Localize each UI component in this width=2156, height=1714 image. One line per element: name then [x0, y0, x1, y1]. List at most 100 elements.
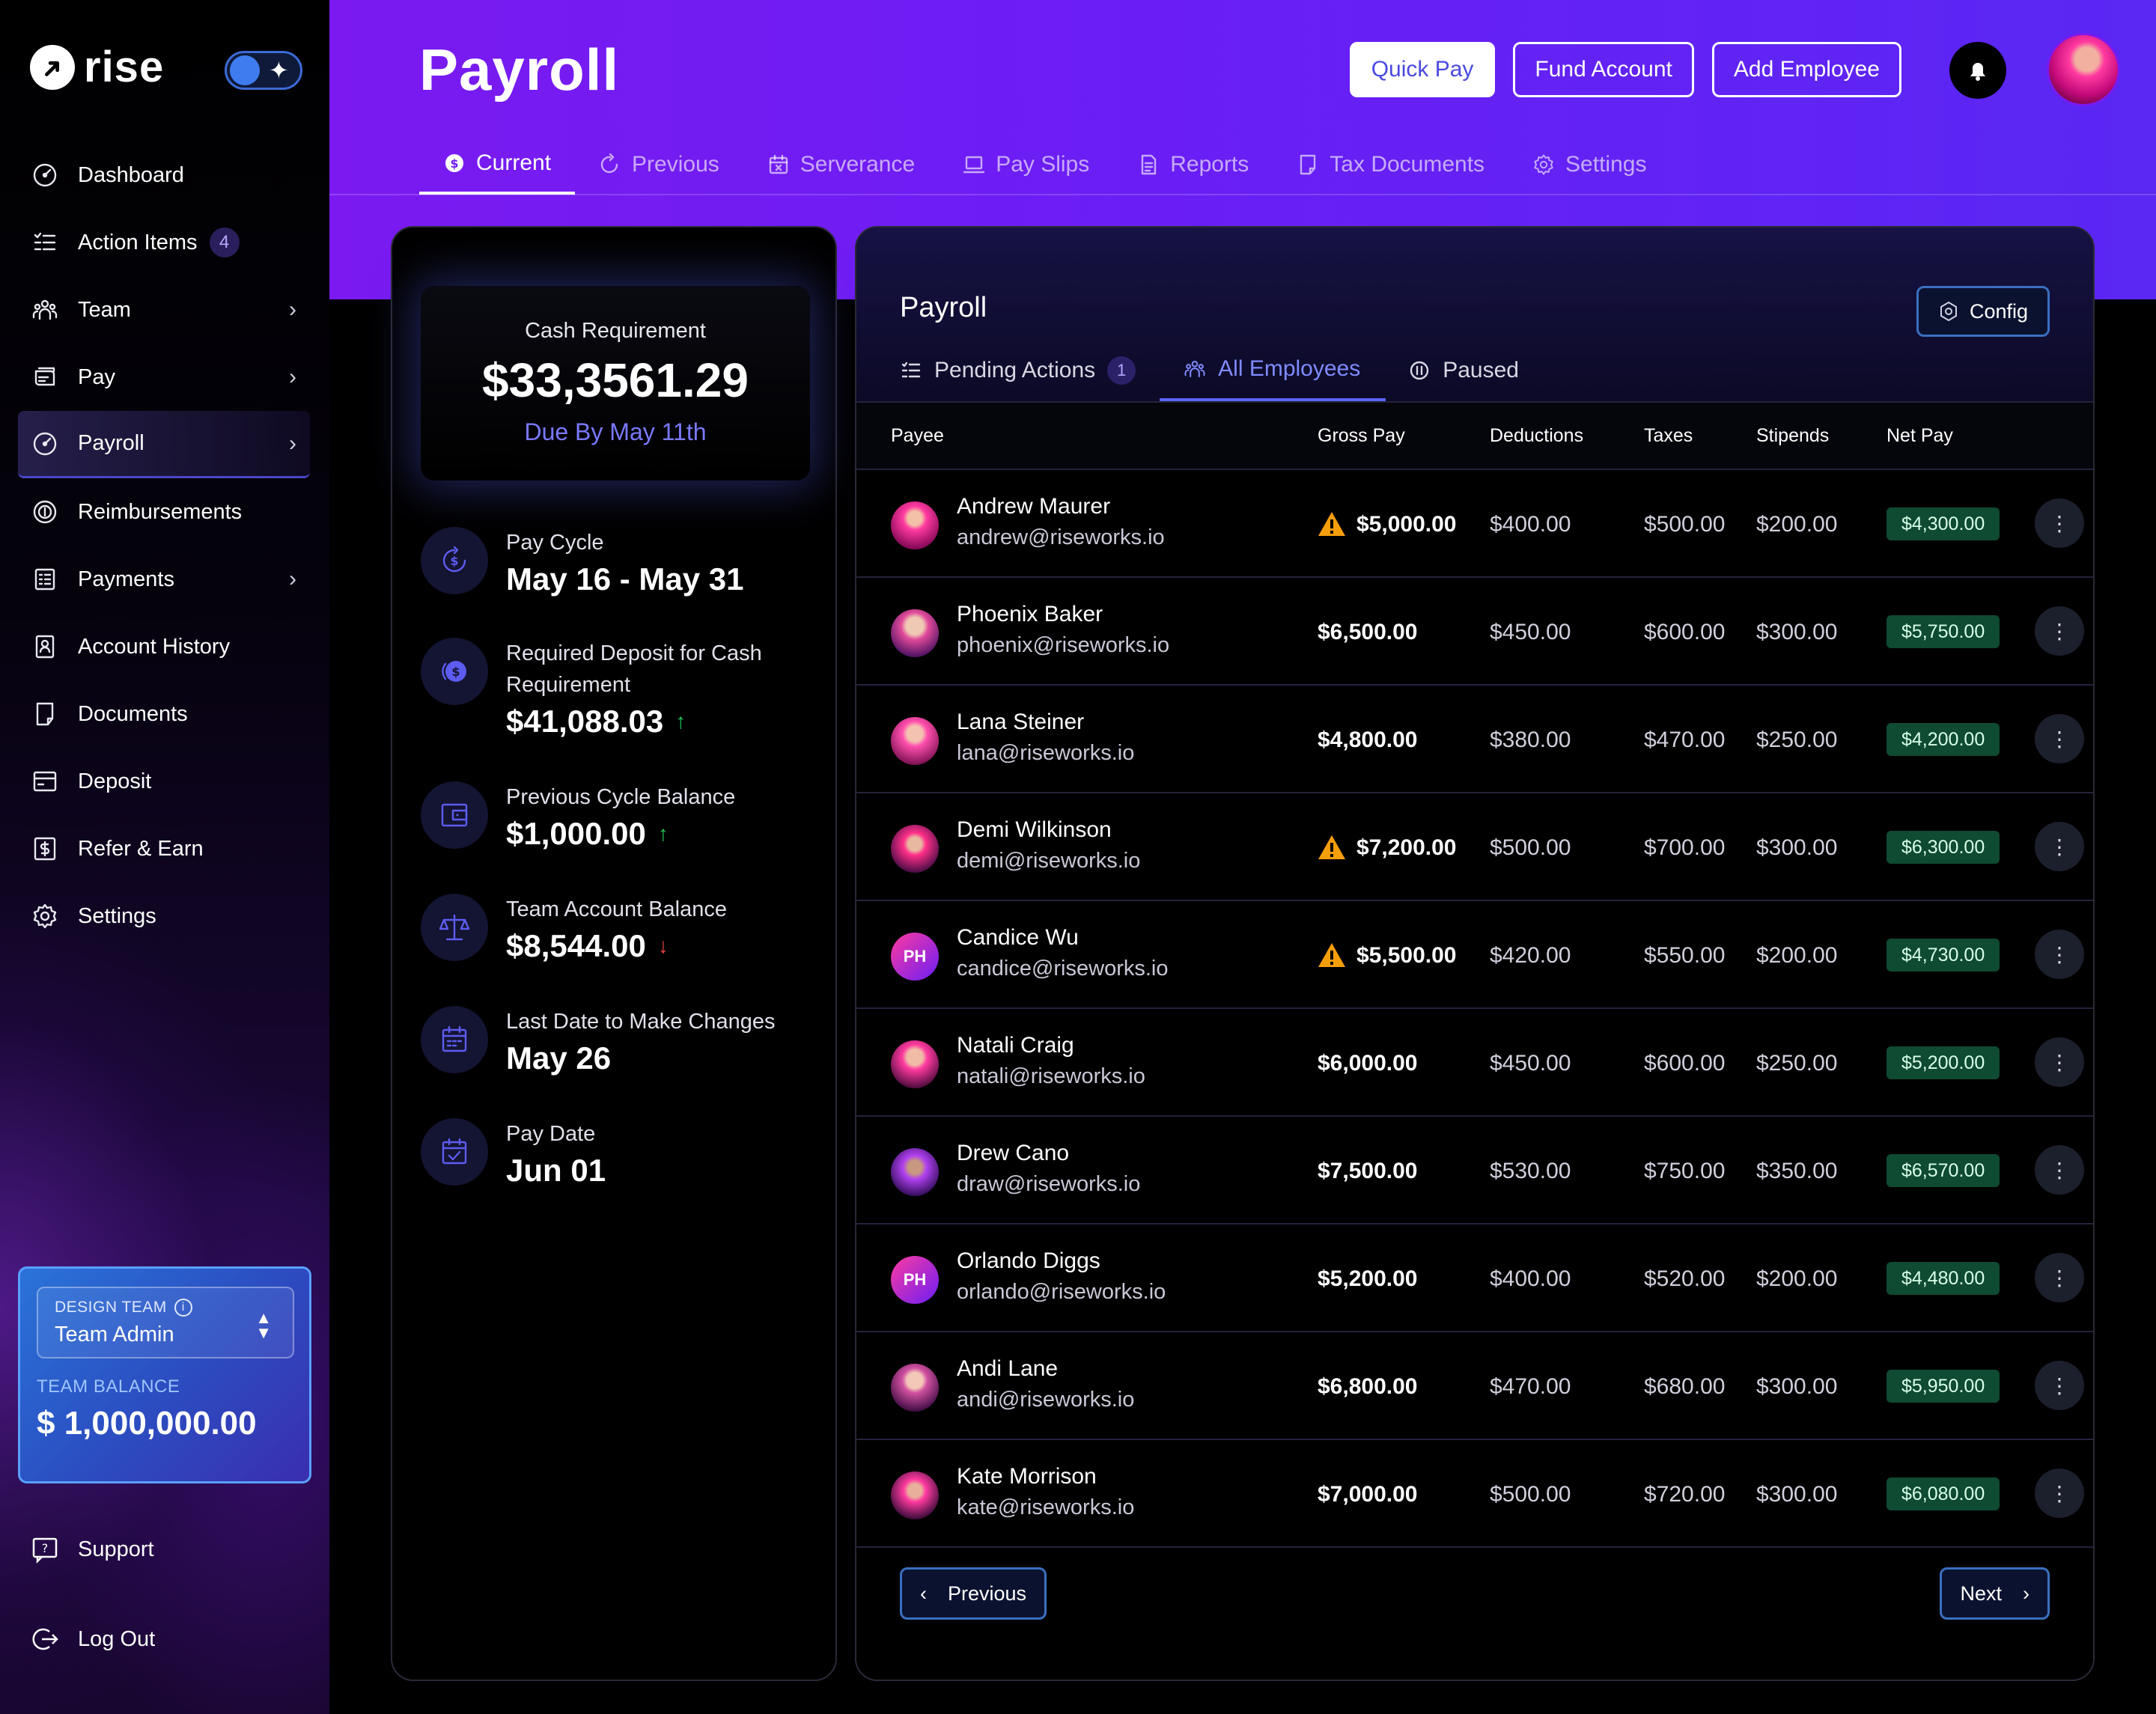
team-selector[interactable]: DESIGN TEAM i Team Admin ▲ ▼ [37, 1287, 294, 1358]
sidebar-item-pay[interactable]: Pay › [18, 344, 310, 411]
table-row[interactable]: Demi Wilkinson demi@riseworks.io $7,200.00… [856, 793, 2093, 901]
sidebar-item-account-history[interactable]: Account History [18, 613, 310, 680]
next-page-button[interactable]: Next › [1940, 1567, 2050, 1620]
sidebar-item-documents[interactable]: Documents [18, 680, 310, 748]
sidebar-item-team[interactable]: Team › [18, 276, 310, 344]
subtab-label: All Employees [1218, 356, 1361, 381]
more-options-icon[interactable]: ⋮ [2035, 1037, 2084, 1087]
table-row[interactable]: Natali Craig natali@riseworks.io $6,000.00… [856, 1009, 2093, 1117]
gross-pay: $5,500.00 [1356, 943, 1457, 968]
subtab-paused[interactable]: Paused [1408, 340, 1544, 401]
payee-email: natali@riseworks.io [957, 1064, 1145, 1088]
column-header-deductions[interactable]: Deductions [1490, 425, 1583, 447]
support-link[interactable]: ? Support [30, 1534, 154, 1564]
fund-account-button[interactable]: Fund Account [1513, 42, 1694, 97]
sidebar-item-deposit[interactable]: Deposit [18, 748, 310, 815]
tab-pay-slips[interactable]: Pay Slips [939, 135, 1113, 195]
table-body: Andrew Maurer andrew@riseworks.io $5,000.0… [856, 470, 2093, 1548]
serverance-icon [767, 153, 790, 176]
sidebar-item-reimbursements[interactable]: Reimbursements [18, 478, 310, 546]
table-row[interactable]: PH Orlando Diggs orlando@riseworks.io $5,20… [856, 1224, 2093, 1332]
count-badge: 4 [209, 228, 240, 257]
add-employee-button[interactable]: Add Employee [1711, 42, 1901, 97]
tab-previous[interactable]: Previous [575, 135, 743, 195]
subtab-all-employees[interactable]: All Employees [1160, 340, 1386, 401]
sidebar-item-dashboard[interactable]: Dashboard [18, 141, 310, 209]
column-header-stipends[interactable]: Stipends [1756, 425, 1829, 447]
warning-icon[interactable] [1318, 834, 1346, 861]
payee-email: draw@riseworks.io [957, 1172, 1141, 1196]
arrow-down-icon: ↓ [657, 934, 669, 957]
next-label: Next [1960, 1582, 2002, 1605]
sidebar: rise ✦ Dashboard Action Items 4 Team › Pay › Pa… [0, 0, 329, 1714]
tab-current[interactable]: $ Current [419, 135, 576, 195]
warning-icon[interactable] [1318, 942, 1346, 969]
chevron-right-icon: › [289, 365, 296, 389]
brand-logo[interactable]: rise [30, 45, 164, 90]
previous-page-button[interactable]: ‹ Previous [900, 1567, 1047, 1620]
table-row[interactable]: Phoenix Baker phoenix@riseworks.io $6,500.… [856, 578, 2093, 686]
tab-tax-documents[interactable]: Tax Documents [1273, 135, 1508, 195]
logout-icon [32, 1628, 58, 1650]
payee-name: Phoenix Baker [957, 602, 1103, 626]
column-header-gross-pay[interactable]: Gross Pay [1318, 425, 1405, 447]
table-row[interactable]: Kate Morrison kate@riseworks.io $7,000.00 $… [856, 1440, 2093, 1548]
more-options-icon[interactable]: ⋮ [2035, 606, 2084, 656]
more-options-icon[interactable]: ⋮ [2035, 1469, 2084, 1518]
column-header-net-pay[interactable]: Net Pay [1886, 425, 1953, 447]
tab-serverance[interactable]: Serverance [743, 135, 939, 195]
tax-documents-icon [1297, 153, 1319, 176]
logout-link[interactable]: Log Out [30, 1624, 155, 1654]
due-date: Due By May 11th [524, 418, 707, 445]
subtab-pending-actions[interactable]: Pending Actions 1 [900, 340, 1161, 401]
chevron-updown-icon: ▲ ▼ [255, 1308, 272, 1342]
net-pay-badge: $4,300.00 [1886, 507, 2000, 540]
team-balance-card: DESIGN TEAM i Team Admin ▲ ▼ TEAM BALANCE… [18, 1266, 311, 1483]
payee-email: demi@riseworks.io [957, 849, 1141, 873]
pay-cycle-icon: $ [421, 527, 488, 594]
table-row[interactable]: Drew Cano draw@riseworks.io $7,500.00 $530.… [856, 1117, 2093, 1224]
team-icon [30, 295, 60, 325]
info-icon[interactable]: i [174, 1299, 192, 1317]
net-pay-badge: $6,300.00 [1886, 831, 2000, 864]
table-title: Payroll [900, 292, 987, 323]
more-options-icon[interactable]: ⋮ [2035, 822, 2084, 871]
deductions: $470.00 [1490, 1374, 1571, 1399]
tab-settings[interactable]: Settings [1508, 135, 1670, 195]
payee-name: Demi Wilkinson [957, 817, 1112, 842]
table-row[interactable]: Andi Lane andi@riseworks.io $6,800.00 $470.… [856, 1332, 2093, 1440]
more-options-icon[interactable]: ⋮ [2035, 714, 2084, 763]
stipends: $200.00 [1756, 1266, 1838, 1291]
summary-stat: $ Required Deposit for Cash Requirement $4… [421, 638, 820, 739]
table-row[interactable]: PH Candice Wu candice@riseworks.io $5,500.0… [856, 901, 2093, 1009]
more-options-icon[interactable]: ⋮ [2035, 1145, 2084, 1195]
notifications-button[interactable] [1949, 42, 2006, 99]
payee-name: Kate Morrison [957, 1464, 1097, 1489]
summary-panel: Cash Requirement $33,3561.29 Due By May … [391, 226, 837, 1681]
user-avatar[interactable] [2047, 33, 2120, 106]
quick-pay-button[interactable]: Quick Pay [1349, 42, 1496, 97]
deductions: $500.00 [1490, 1482, 1571, 1507]
sidebar-item-settings[interactable]: Settings [18, 882, 310, 950]
sidebar-item-action-items[interactable]: Action Items 4 [18, 209, 310, 276]
table-row[interactable]: Andrew Maurer andrew@riseworks.io $5,000.0… [856, 470, 2093, 578]
config-button[interactable]: Config [1916, 286, 2050, 337]
more-options-icon[interactable]: ⋮ [2035, 930, 2084, 979]
theme-toggle[interactable]: ✦ [225, 51, 302, 90]
table-row[interactable]: Lana Steiner lana@riseworks.io $4,800.00 $3… [856, 686, 2093, 793]
sidebar-item-refer-earn[interactable]: Refer & Earn [18, 815, 310, 882]
more-options-icon[interactable]: ⋮ [2035, 1361, 2084, 1410]
payee-email: phoenix@riseworks.io [957, 633, 1170, 657]
sidebar-item-payroll[interactable]: Payroll › [18, 411, 310, 478]
sidebar-item-payments[interactable]: Payments › [18, 546, 310, 613]
tab-reports[interactable]: Reports [1113, 135, 1273, 195]
column-header-payee[interactable]: Payee [891, 425, 944, 447]
documents-icon [30, 699, 60, 729]
more-options-icon[interactable]: ⋮ [2035, 1253, 2084, 1302]
more-options-icon[interactable]: ⋮ [2035, 498, 2084, 548]
column-header-taxes[interactable]: Taxes [1644, 425, 1693, 447]
summary-stat: Last Date to Make Changes May 26 [421, 1006, 775, 1076]
payee-name: Drew Cano [957, 1141, 1070, 1165]
stipends: $300.00 [1756, 1374, 1838, 1399]
warning-icon[interactable] [1318, 510, 1346, 537]
